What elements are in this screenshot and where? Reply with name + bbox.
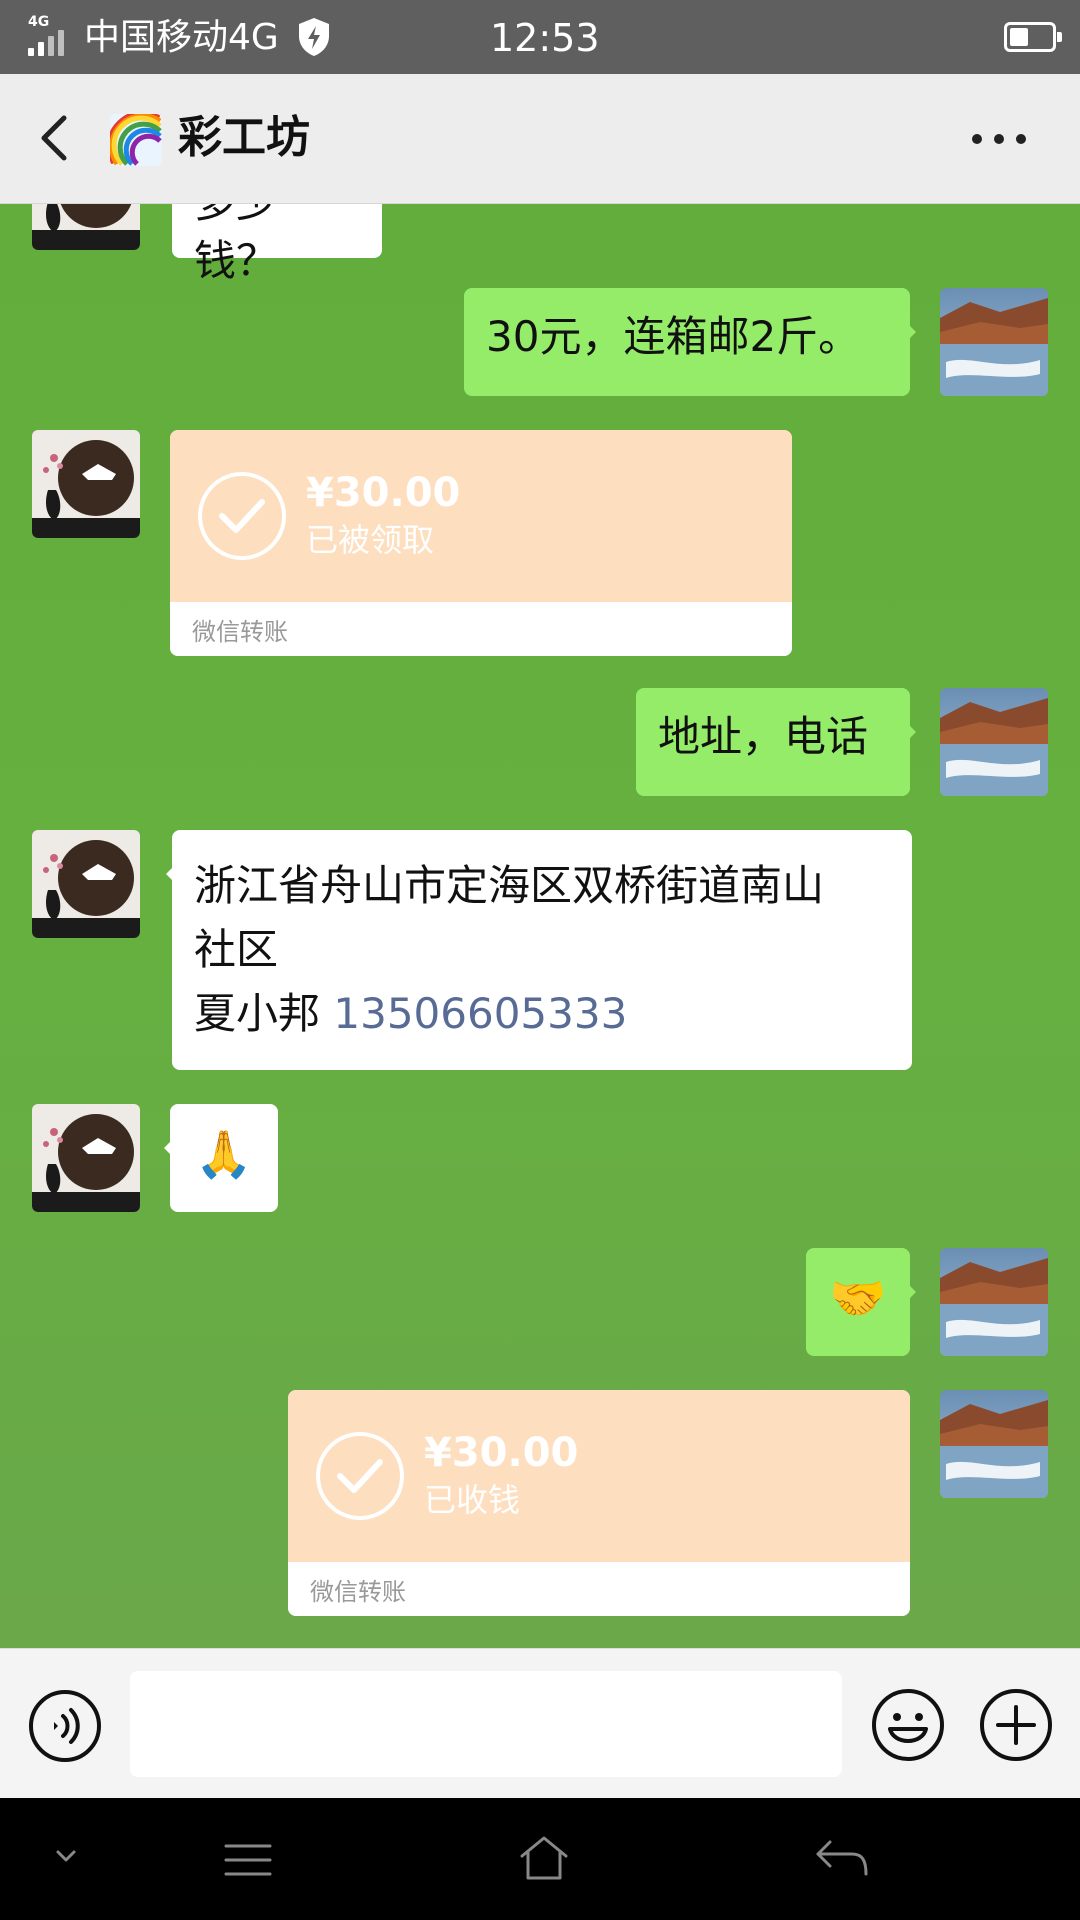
- plus-icon[interactable]: [978, 1687, 1054, 1763]
- shield-icon: [299, 18, 329, 56]
- title-bar: 彩工坊: [0, 74, 1080, 204]
- emoji-handshake: 🤝: [829, 1271, 887, 1325]
- transfer-amount: ¥30.00: [306, 470, 461, 516]
- my-avatar[interactable]: [940, 288, 1048, 396]
- battery-icon: [1004, 22, 1062, 52]
- my-avatar[interactable]: [940, 1248, 1048, 1356]
- contact-avatar[interactable]: [32, 430, 140, 538]
- rainbow-icon[interactable]: [110, 114, 162, 166]
- system-nav-bar: [0, 1798, 1080, 1920]
- message-input[interactable]: [130, 1671, 842, 1777]
- menu-icon[interactable]: [222, 1840, 274, 1880]
- transfer-amount: ¥30.00: [424, 1430, 579, 1476]
- smiley-icon[interactable]: [870, 1687, 946, 1763]
- status-bar: 4G 中国移动4G 12:53: [0, 0, 1080, 74]
- network-type: 4G: [28, 14, 50, 30]
- check-circle-icon: [316, 1432, 404, 1520]
- address-line-2: 社区: [194, 925, 279, 974]
- message-text: 多少钱？: [194, 204, 279, 285]
- transfer-label: 微信转账: [310, 1578, 406, 1606]
- chat-area[interactable]: 多少钱？ 30元，连箱邮2斤。: [0, 204, 1080, 1648]
- recipient-name: 夏小邦: [194, 989, 321, 1038]
- carrier-name: 中国移动4G: [84, 17, 279, 58]
- message-bubble[interactable]: 浙江省舟山市定海区双桥街道南山 社区 夏小邦 13506605333: [166, 830, 912, 1070]
- transfer-card[interactable]: ¥30.00 已被领取 微信转账: [170, 430, 792, 656]
- message-bubble[interactable]: 🙏: [164, 1104, 278, 1212]
- message-bubble[interactable]: 地址，电话: [636, 688, 916, 796]
- chat-title: 彩工坊: [178, 112, 310, 163]
- address-line-1: 浙江省舟山市定海区双桥街道南山: [194, 861, 825, 910]
- more-dots-icon[interactable]: [972, 134, 1032, 148]
- message-text: 30元，连箱邮2斤。: [486, 312, 861, 361]
- message-bubble[interactable]: 多少钱？: [166, 204, 382, 285]
- message-text: 地址，电话: [658, 712, 869, 761]
- contact-info: 夏小邦 13506605333: [194, 982, 890, 1046]
- home-icon[interactable]: [518, 1834, 570, 1882]
- emoji-pray: 🙏: [195, 1127, 253, 1181]
- message-bubble[interactable]: 30元，连箱邮2斤。: [464, 288, 916, 396]
- transfer-card[interactable]: ¥30.00 已收钱 微信转账: [288, 1390, 910, 1616]
- back-arrow-icon[interactable]: [814, 1838, 870, 1878]
- chevron-left-icon[interactable]: [30, 110, 86, 166]
- transfer-label: 微信转账: [192, 618, 288, 646]
- contact-avatar[interactable]: [32, 830, 140, 938]
- check-circle-icon: [198, 472, 286, 560]
- transfer-status: 已收钱: [424, 1481, 521, 1519]
- my-avatar[interactable]: [940, 1390, 1048, 1498]
- phone-link[interactable]: 13506605333: [333, 989, 627, 1038]
- message-bubble[interactable]: 🤝: [806, 1248, 916, 1356]
- transfer-status: 已被领取: [306, 521, 435, 559]
- my-avatar[interactable]: [940, 688, 1048, 796]
- clock: 12:53: [490, 16, 600, 60]
- contact-avatar[interactable]: [32, 204, 140, 250]
- signal-icon: [28, 30, 72, 56]
- chevron-down-icon[interactable]: [52, 1844, 80, 1868]
- contact-avatar[interactable]: [32, 1104, 140, 1212]
- voice-icon[interactable]: [28, 1689, 102, 1763]
- input-bar: [0, 1648, 1080, 1798]
